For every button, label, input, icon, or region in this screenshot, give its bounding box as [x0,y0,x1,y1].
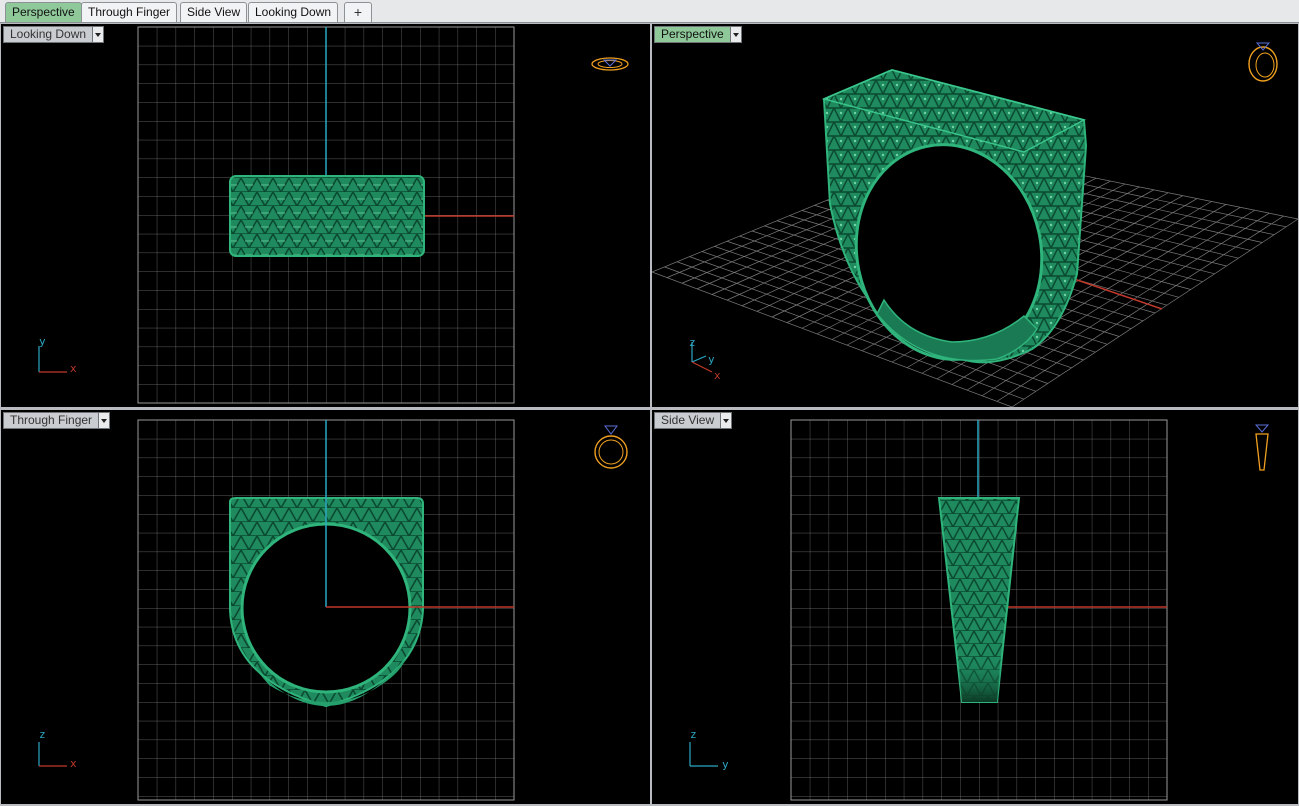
axis-label-vertical: y [39,335,46,348]
side-view-scene [790,419,1168,801]
dropdown-arrow-icon[interactable] [98,413,110,428]
dropdown-arrow-icon[interactable] [720,413,732,428]
viewport-tab-bar: Perspective Through Finger Side View Loo… [0,0,1299,23]
ring-model-top[interactable] [229,175,425,257]
viewport-title-label: Looking Down [10,27,87,41]
viewport-side-view[interactable]: Side View z y [652,410,1298,804]
add-tab-button[interactable]: + [344,2,372,22]
tab-through-finger[interactable]: Through Finger [81,2,178,22]
axis-label-x: x [70,757,77,770]
axis-label-z: z [689,336,696,349]
looking-down-scene [137,26,515,404]
viewport-looking-down[interactable]: Looking Down y x [1,24,650,407]
plus-icon: + [353,4,363,20]
ring-navigation-gizmo-icon[interactable] [1250,420,1274,476]
viewport-through-finger[interactable]: Through Finger z x [1,410,650,804]
viewport-title-through-finger[interactable]: Through Finger [3,412,111,429]
tab-looking-down[interactable]: Looking Down [248,2,339,22]
tab-perspective[interactable]: Perspective [5,2,82,22]
perspective-scene [652,68,1298,407]
axis-label-x: x [714,369,721,382]
tab-side-view[interactable]: Side View [180,2,248,22]
viewport-title-label: Through Finger [10,413,93,427]
ring-navigation-gizmo-icon[interactable] [589,52,631,76]
axis-label-z: z [39,728,46,741]
viewport-title-label: Perspective [661,27,724,41]
ring-model-perspective[interactable] [821,68,1088,377]
ring-navigation-gizmo-icon[interactable] [1244,34,1280,84]
viewport-title-label: Side View [661,413,715,427]
axis-label-y: y [722,758,729,771]
viewport-title-side-view[interactable]: Side View [654,412,733,429]
viewport-workspace: Perspective Through Finger Side View Loo… [0,0,1299,806]
ring-navigation-gizmo-icon[interactable] [591,420,631,474]
axis-label-z: z [690,728,697,741]
through-finger-scene [137,419,515,801]
viewport-title-perspective[interactable]: Perspective [654,26,742,43]
axis-label-y: y [708,353,715,366]
dropdown-arrow-icon[interactable] [729,27,741,42]
axis-label-horizontal: x [70,362,77,375]
viewport-title-looking-down[interactable]: Looking Down [3,26,105,43]
viewport-perspective[interactable]: Perspective z y x [652,24,1298,407]
dropdown-arrow-icon[interactable] [92,27,104,42]
